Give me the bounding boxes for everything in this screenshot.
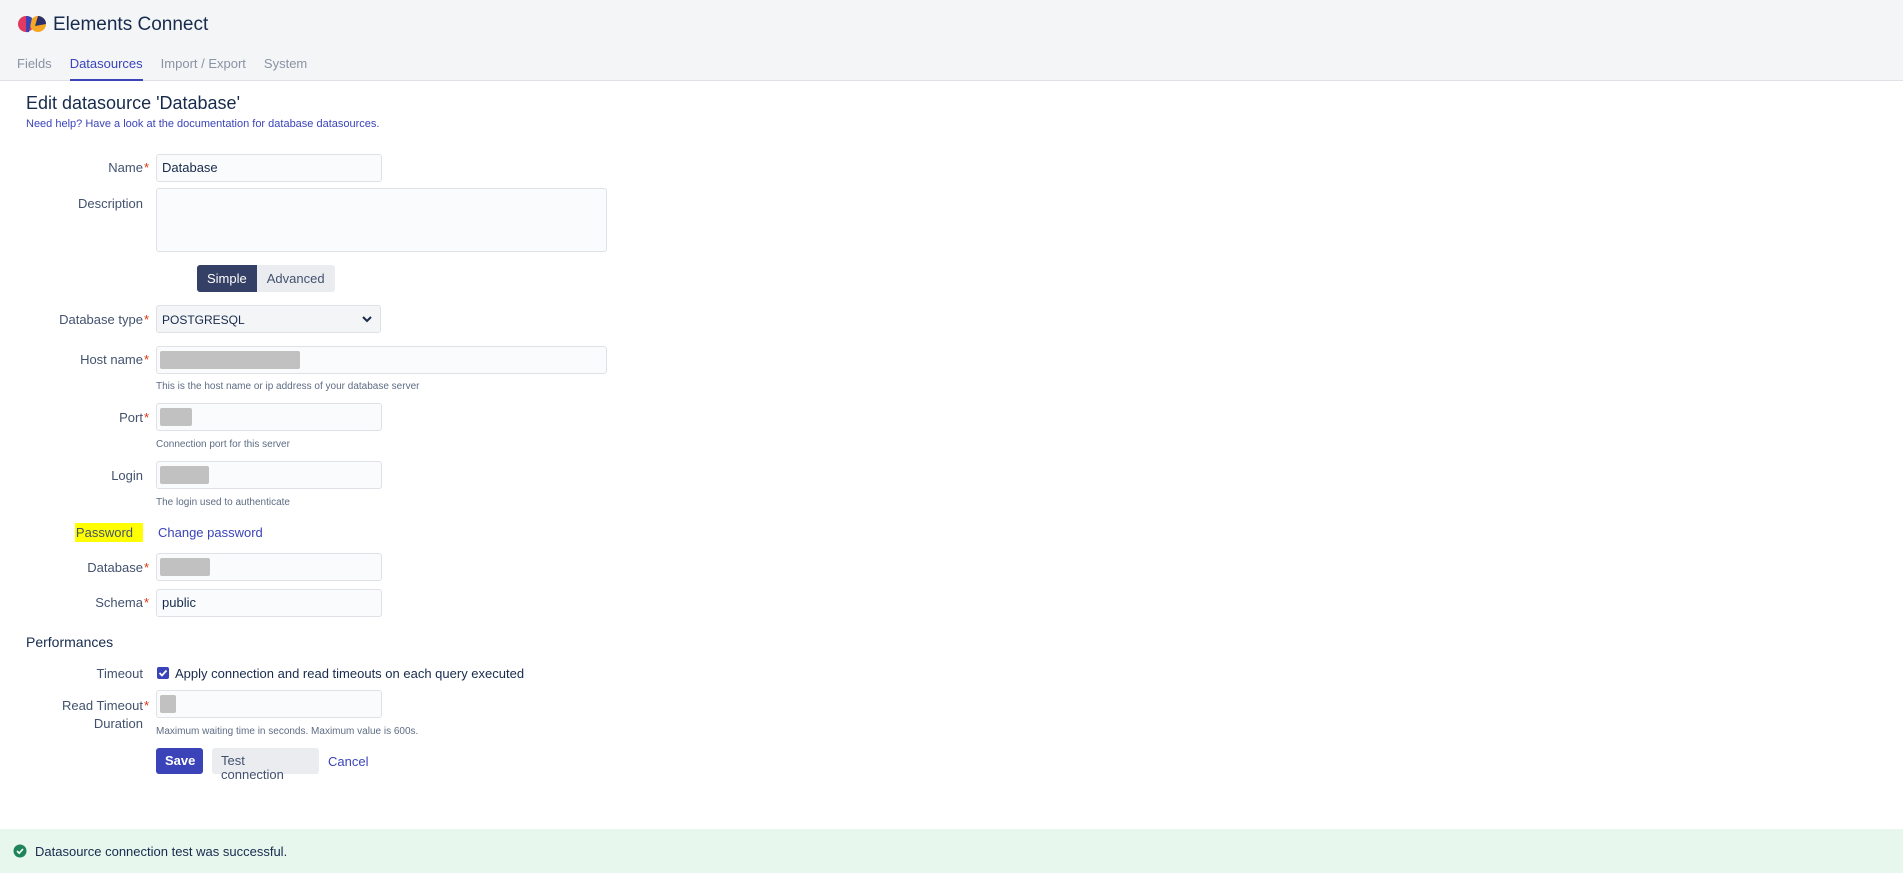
host-label: Host name* bbox=[80, 352, 149, 367]
dbtype-select[interactable]: POSTGRESQL bbox=[156, 305, 381, 333]
description-label: Description bbox=[77, 196, 143, 211]
read-timeout-input[interactable] bbox=[156, 690, 382, 718]
advanced-mode-button[interactable]: Advanced bbox=[256, 265, 335, 292]
dbtype-label: Database type* bbox=[59, 312, 149, 327]
timeout-checkbox[interactable] bbox=[157, 667, 169, 679]
success-message: Datasource connection test was successfu… bbox=[35, 844, 288, 859]
redacted-value bbox=[160, 351, 300, 369]
port-input[interactable] bbox=[156, 403, 382, 431]
schema-input[interactable]: public bbox=[156, 589, 382, 617]
success-message-bar: Datasource connection test was successfu… bbox=[0, 829, 1903, 873]
change-password-link[interactable]: Change password bbox=[158, 525, 263, 540]
read-timeout-hint: Maximum waiting time in seconds. Maximum… bbox=[156, 726, 419, 737]
description-textarea[interactable] bbox=[156, 188, 607, 252]
timeout-checkbox-label[interactable]: Apply connection and read timeouts on ea… bbox=[175, 666, 524, 681]
host-input[interactable] bbox=[156, 346, 607, 374]
app-header: Elements Connect Fields Datasources Impo… bbox=[0, 0, 1903, 81]
dbtype-value: POSTGRESQL bbox=[162, 313, 245, 327]
port-hint: Connection port for this server bbox=[156, 439, 290, 450]
save-button[interactable]: Save bbox=[156, 748, 203, 774]
help-link[interactable]: Need help? Have a look at the documentat… bbox=[26, 118, 379, 130]
login-hint: The login used to authenticate bbox=[156, 497, 290, 508]
test-connection-button[interactable]: Test connection bbox=[212, 748, 319, 782]
performances-heading: Performances bbox=[26, 634, 114, 650]
check-circle-icon bbox=[13, 844, 27, 858]
main-nav: Fields Datasources Import / Export Syste… bbox=[17, 56, 325, 81]
redacted-value bbox=[160, 695, 176, 713]
redacted-value bbox=[160, 558, 210, 576]
elements-logo-icon bbox=[18, 15, 46, 33]
redacted-value bbox=[160, 466, 209, 484]
timeout-label: Timeout bbox=[96, 666, 143, 681]
schema-label: Schema* bbox=[95, 595, 149, 610]
tab-system[interactable]: System bbox=[264, 56, 307, 81]
redacted-value bbox=[160, 408, 192, 426]
mode-toggle: Simple Advanced bbox=[197, 265, 335, 292]
host-hint: This is the host name or ip address of y… bbox=[156, 381, 420, 392]
cancel-link[interactable]: Cancel bbox=[328, 754, 368, 769]
page-title: Edit datasource 'Database' bbox=[26, 93, 241, 113]
read-timeout-label: Read Timeout* Duration bbox=[62, 698, 149, 731]
chevron-down-icon bbox=[362, 316, 372, 323]
name-input[interactable]: Database bbox=[156, 154, 382, 182]
login-label: Login bbox=[111, 468, 143, 483]
login-input[interactable] bbox=[156, 461, 382, 489]
password-label: Password bbox=[16, 523, 143, 542]
tab-fields[interactable]: Fields bbox=[17, 56, 52, 81]
tab-datasources[interactable]: Datasources bbox=[69, 56, 143, 81]
database-label: Database* bbox=[87, 560, 149, 575]
name-label: Name* bbox=[108, 160, 149, 175]
database-input[interactable] bbox=[156, 553, 382, 581]
app-title: Elements Connect bbox=[53, 14, 209, 35]
tab-import-export[interactable]: Import / Export bbox=[161, 56, 246, 81]
simple-mode-button[interactable]: Simple bbox=[197, 265, 257, 292]
port-label: Port* bbox=[119, 410, 149, 425]
